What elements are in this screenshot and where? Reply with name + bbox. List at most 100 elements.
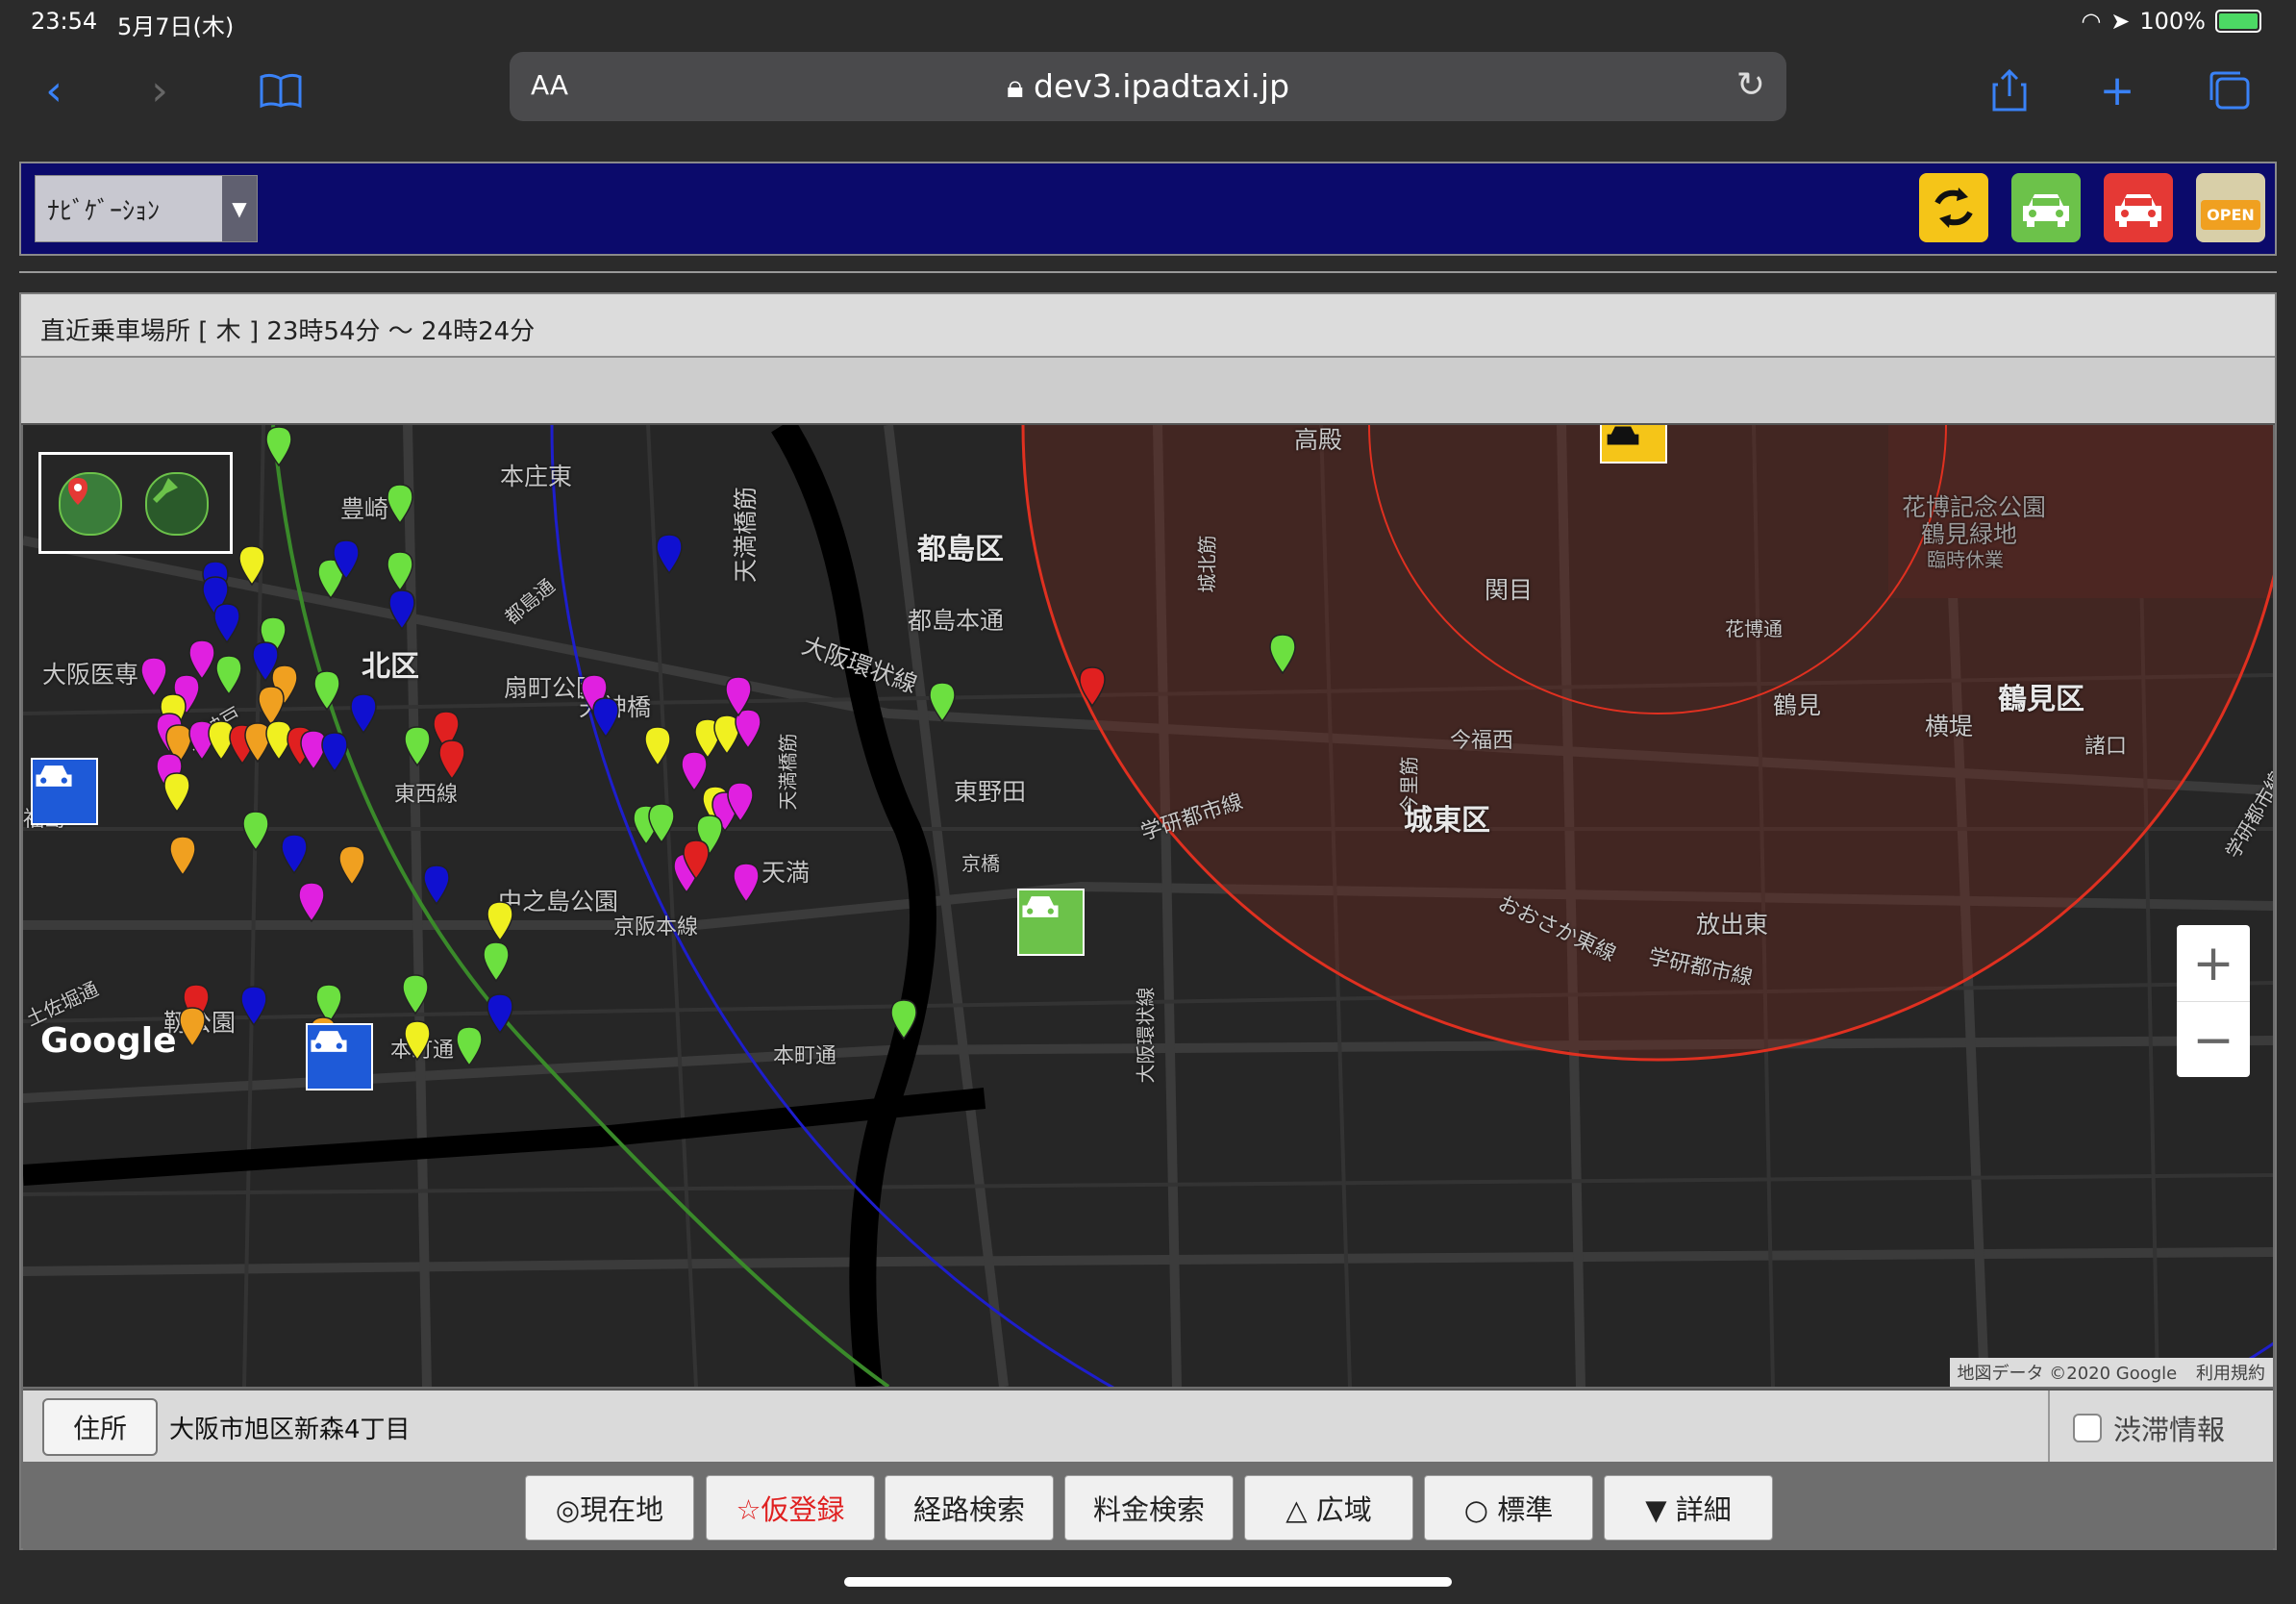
map-pin-marker[interactable] [387, 589, 416, 631]
refresh-button[interactable] [1919, 173, 1988, 242]
standard-button[interactable]: ○ 標準 [1424, 1475, 1593, 1541]
reload-icon[interactable]: ↻ [1736, 65, 1765, 105]
panel-subheader [21, 358, 2275, 425]
map-pin-marker[interactable] [332, 539, 361, 581]
map-pin-marker[interactable] [889, 998, 918, 1040]
map-pin-marker[interactable] [591, 696, 620, 739]
url-value: dev3.ipadtaxi.jp [1034, 67, 1290, 105]
map-pin-icon [68, 478, 87, 505]
map-pin-marker[interactable] [1078, 665, 1107, 708]
address-button[interactable]: 住所 [42, 1398, 158, 1456]
zoom-in-button[interactable]: + [2177, 925, 2250, 1002]
map-pin-marker[interactable] [168, 835, 197, 877]
taxi-icon [2023, 194, 2069, 227]
zoom-out-button[interactable]: − [2177, 1002, 2250, 1078]
flashlight-icon [153, 478, 178, 503]
map-pin-marker[interactable] [486, 992, 514, 1035]
map-pin-marker[interactable] [212, 602, 241, 644]
map-pin-marker[interactable] [1268, 633, 1297, 675]
ride-panel: 直近乗車場所 [ 木 ] 23時54分 〜 24時24分 本庄東 豊崎 天満橋筋… [19, 292, 2277, 1550]
map-pin-marker[interactable] [482, 940, 511, 983]
temp-register-button[interactable]: ☆仮登録 [706, 1475, 875, 1541]
map-pin-marker[interactable] [401, 973, 430, 1015]
refresh-icon [1934, 188, 1973, 228]
map-pin-marker[interactable] [349, 692, 378, 735]
panel-title: 直近乗車場所 [ 木 ] 23時54分 〜 24時24分 [40, 317, 536, 346]
taxi-icon [311, 1031, 347, 1052]
map-pin-marker[interactable] [178, 1006, 207, 1048]
forward-icon[interactable]: › [131, 62, 188, 119]
map-copyright: 地図データ ©2020 Google 利用規約 [1949, 1358, 2273, 1387]
divider [19, 271, 2277, 273]
chevron-down-icon: ▼ [222, 176, 257, 241]
taxi-icon [36, 765, 72, 787]
taxi-stand-marker[interactable] [31, 758, 98, 825]
back-icon[interactable]: ‹ [25, 62, 83, 119]
home-indicator [844, 1577, 1452, 1587]
traffic-toggle[interactable]: 渋滞情報 [2048, 1391, 2275, 1462]
map-location-button[interactable] [59, 472, 122, 536]
map[interactable]: 本庄東 豊崎 天満橋筋 都島区 都島本通 都島通 北区 大阪医専 扇町公園 天神… [23, 425, 2273, 1387]
map-pin-marker[interactable] [928, 681, 957, 723]
address-bar[interactable]: AA 🔒︎ dev3.ipadtaxi.jp ↻ [510, 52, 1786, 121]
navigation-select[interactable]: ﾅﾋﾞｹﾞｰｼｮﾝ ▼ [35, 175, 258, 242]
map-pin-marker[interactable] [320, 731, 349, 773]
status-date: 5月7日(木) [117, 13, 235, 40]
map-pin-marker[interactable] [386, 550, 414, 592]
status-right: ◠ ➤ 100% [2081, 8, 2261, 35]
flashlight-button[interactable] [145, 472, 209, 536]
map-pin-marker[interactable] [297, 881, 326, 923]
map-pin-marker[interactable] [486, 900, 514, 942]
detail-button[interactable]: ▼ 詳細 [1604, 1475, 1773, 1541]
map-pin-marker[interactable] [386, 483, 414, 525]
route-search-button[interactable]: 経路検索 [885, 1475, 1054, 1541]
status-time: 23:54 [31, 8, 98, 35]
map-pin-marker[interactable] [237, 544, 266, 587]
bookmarks-icon[interactable] [252, 62, 310, 119]
fare-search-button[interactable]: 料金検索 [1064, 1475, 1234, 1541]
map-pin-marker[interactable] [732, 862, 761, 904]
map-pin-marker[interactable] [455, 1025, 484, 1067]
navigation-select-value: ﾅﾋﾞｹﾞｰｼｮﾝ [47, 197, 161, 226]
terms-link[interactable]: 利用規約 [2196, 1364, 2265, 1384]
map-pin-marker[interactable] [422, 864, 451, 906]
map-pin-marker[interactable] [724, 675, 753, 717]
current-location-button[interactable]: ◎現在地 [525, 1475, 694, 1541]
google-logo: Google [40, 1021, 177, 1061]
map-pin-marker[interactable] [647, 802, 676, 844]
map-pin-marker[interactable] [239, 985, 268, 1027]
map-pin-marker[interactable] [437, 739, 466, 781]
add-tab-icon[interactable]: + [2088, 62, 2146, 119]
share-icon[interactable] [1981, 62, 2038, 119]
panel-header: 直近乗車場所 [ 木 ] 23時54分 〜 24時24分 [21, 294, 2275, 358]
open-sign-icon: OPEN [2201, 199, 2260, 230]
taxi-marker[interactable] [1600, 425, 1667, 464]
zoom-control: + − [2177, 925, 2250, 1077]
map-pin-marker[interactable] [403, 725, 432, 767]
taxi-icon [2115, 194, 2161, 227]
map-pin-marker[interactable] [403, 1019, 432, 1062]
map-pin-marker[interactable] [643, 725, 672, 767]
taxi-stand-marker[interactable] [306, 1023, 373, 1090]
wide-area-button[interactable]: △ 広域 [1244, 1475, 1413, 1541]
map-pin-marker[interactable] [264, 425, 293, 467]
map-pin-marker[interactable] [337, 844, 366, 887]
tabs-icon[interactable] [2202, 62, 2259, 119]
current-taxi-marker[interactable] [1017, 889, 1085, 956]
map-pin-marker[interactable] [280, 833, 309, 875]
map-pin-marker[interactable] [312, 669, 341, 712]
available-taxi-button[interactable] [2011, 173, 2081, 242]
traffic-checkbox[interactable] [2073, 1414, 2102, 1442]
taxi-icon [1022, 896, 1059, 917]
location-icon: ➤ [2110, 8, 2131, 35]
address-row: 住所 大阪市旭区新森4丁目 渋滞情報 [23, 1389, 2273, 1462]
map-pin-marker[interactable] [162, 771, 191, 814]
map-pin-marker[interactable] [682, 839, 711, 881]
map-pin-marker[interactable] [214, 654, 243, 696]
taxi-icon [1607, 426, 1639, 445]
map-pin-marker[interactable] [241, 810, 270, 852]
map-pin-marker[interactable] [655, 533, 684, 575]
open-sign-button[interactable]: OPEN [2196, 173, 2265, 242]
occupied-taxi-button[interactable] [2104, 173, 2173, 242]
map-pin-marker[interactable] [726, 781, 755, 823]
